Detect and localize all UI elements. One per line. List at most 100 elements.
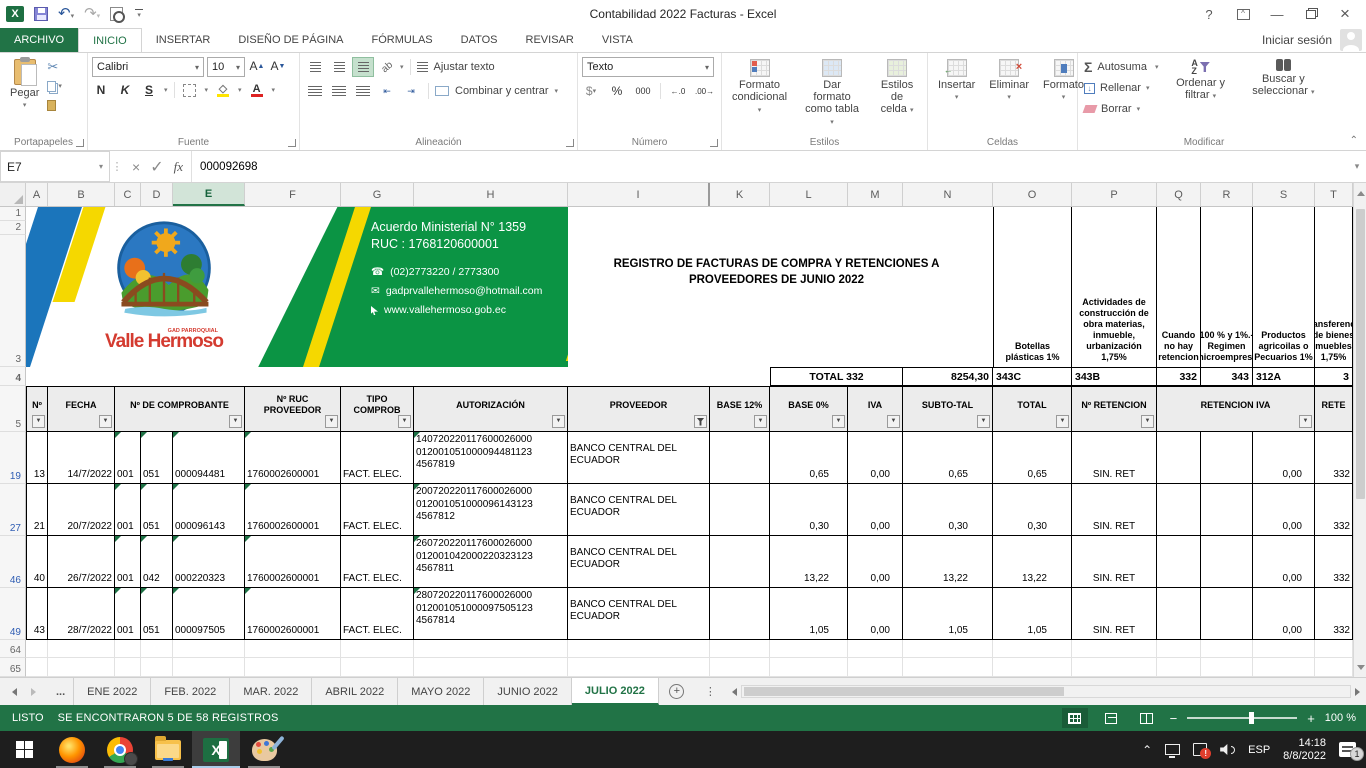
decrease-indent-icon[interactable]: ⇤ [376, 81, 398, 101]
format-as-table-button[interactable]: Dar formato como tabla ▾ [797, 57, 867, 134]
column-header[interactable]: K [710, 183, 770, 206]
header-nretencion[interactable]: Nº RETENCION▼ [1072, 386, 1157, 432]
filter-dropdown-icon[interactable]: ▼ [977, 415, 990, 428]
cell-base12[interactable] [710, 536, 770, 588]
cell-subtotal[interactable]: 1,05 [903, 588, 993, 640]
cell[interactable] [1157, 588, 1201, 640]
cell[interactable] [1201, 536, 1253, 588]
row-header[interactable]: 27 [0, 484, 26, 536]
column-header[interactable]: N [903, 183, 993, 206]
cell[interactable]: 001 [115, 536, 141, 588]
cell-ruc[interactable]: 1760002600001 [245, 432, 341, 484]
sheet-tab-ene[interactable]: ENE 2022 [74, 678, 151, 705]
cell-autorizacion[interactable]: 200720220117600026000 012001051000096143… [414, 484, 568, 536]
align-bottom-icon[interactable] [352, 57, 374, 77]
filter-dropdown-icon[interactable]: ▼ [754, 415, 767, 428]
cell-nretencion[interactable]: SIN. RET [1072, 484, 1157, 536]
action-center-icon[interactable]: ! [1193, 743, 1207, 756]
cell-total[interactable]: 0,30 [993, 484, 1072, 536]
formula-input[interactable]: 000092698 [192, 151, 1348, 182]
cut-button[interactable]: ✂ [47, 59, 62, 75]
header-subtotal[interactable]: SUBTO-TAL▼ [903, 386, 993, 432]
row-header[interactable]: 2 [0, 221, 26, 235]
cell-subtotal[interactable]: 0,30 [903, 484, 993, 536]
column-header[interactable]: D [141, 183, 173, 206]
cell-numero[interactable]: 13 [26, 432, 48, 484]
clipboard-dialog-launcher[interactable] [76, 139, 84, 147]
increase-decimal-icon[interactable]: ←.0 [669, 82, 687, 100]
first-sheet-icon[interactable] [12, 688, 17, 696]
cell[interactable] [1201, 588, 1253, 640]
paste-button[interactable]: Pegar ▾ [4, 57, 45, 134]
header-base0[interactable]: BASE 0%▼ [770, 386, 848, 432]
cell-total[interactable]: 1,05 [993, 588, 1072, 640]
cell-nretencion[interactable]: SIN. RET [1072, 588, 1157, 640]
row-header[interactable]: 65 [0, 658, 26, 677]
scroll-right-icon[interactable] [1355, 688, 1360, 696]
total-cell-s[interactable]: 312A [1253, 367, 1315, 386]
filter-dropdown-icon[interactable]: ▼ [832, 415, 845, 428]
bold-button[interactable]: N [92, 81, 110, 99]
cell[interactable]: 0,00 [1253, 536, 1315, 588]
sheet-tab-julio-active[interactable]: JULIO 2022 [572, 678, 659, 705]
column-header[interactable]: Q [1157, 183, 1201, 206]
column-header[interactable]: F [245, 183, 341, 206]
orientation-icon[interactable]: ab [372, 52, 402, 81]
insert-function-icon[interactable]: fx [174, 159, 183, 175]
header-retencion-iva[interactable]: RETENCION IVA▼ [1157, 386, 1315, 432]
cell-base12[interactable] [710, 432, 770, 484]
horizontal-scroll-thumb[interactable] [744, 687, 1064, 696]
cell-numero[interactable]: 43 [26, 588, 48, 640]
page-break-view-button[interactable] [1134, 708, 1160, 728]
tab-datos[interactable]: DATOS [447, 28, 512, 52]
cell[interactable]: 051 [141, 588, 173, 640]
filter-dropdown-icon[interactable]: ▼ [552, 415, 565, 428]
page-layout-view-button[interactable] [1098, 708, 1124, 728]
font-name-combobox[interactable]: Calibri▾ [92, 57, 204, 77]
close-button[interactable]: × [1330, 3, 1360, 25]
tab-vista[interactable]: VISTA [588, 28, 647, 52]
filter-dropdown-icon[interactable]: ▼ [1299, 415, 1312, 428]
header-total[interactable]: TOTAL▼ [993, 386, 1072, 432]
filter-dropdown-icon[interactable]: ▼ [1141, 415, 1154, 428]
cell[interactable]: 0,00 [1253, 484, 1315, 536]
cell-nretencion[interactable]: SIN. RET [1072, 536, 1157, 588]
cell[interactable]: 000096143 [173, 484, 245, 536]
sheet-tab-mayo[interactable]: MAYO 2022 [398, 678, 484, 705]
minimize-button[interactable]: — [1262, 3, 1292, 25]
cell-fecha[interactable]: 20/7/2022 [48, 484, 115, 536]
increase-indent-icon[interactable]: ⇥ [400, 81, 422, 101]
cell-iva[interactable]: 0,00 [848, 484, 903, 536]
delete-cells-button[interactable]: × Eliminar▾ [983, 57, 1035, 134]
underline-button[interactable]: S [140, 81, 158, 99]
column-header[interactable]: G [341, 183, 414, 206]
cell[interactable] [1157, 432, 1201, 484]
filter-dropdown-icon[interactable]: ▼ [887, 415, 900, 428]
tab-archivo[interactable]: ARCHIVO [0, 28, 78, 52]
header-retencion2[interactable]: RETE [1315, 386, 1353, 432]
cell[interactable]: 000220323 [173, 536, 245, 588]
vertical-scroll-thumb[interactable] [1356, 209, 1365, 499]
sheet-overflow-button[interactable]: ... [48, 678, 74, 705]
avatar[interactable] [1340, 29, 1362, 51]
collapse-ribbon-icon[interactable]: ⌃ [1350, 135, 1358, 146]
align-top-icon[interactable] [304, 57, 326, 77]
total-label-cell[interactable]: TOTAL 332 [770, 367, 903, 386]
cell-proveedor[interactable]: BANCO CENTRAL DEL ECUADOR [568, 588, 710, 640]
copy-button[interactable]: ▾ [47, 78, 62, 94]
horizontal-scrollbar[interactable] [726, 678, 1366, 705]
row-header[interactable]: 4 [0, 367, 26, 386]
total-cell-r[interactable]: 343 [1201, 367, 1253, 386]
cell-tipo[interactable]: FACT. ELEC. [341, 536, 414, 588]
cell-subtotal[interactable]: 0,65 [903, 432, 993, 484]
cell-proveedor[interactable]: BANCO CENTRAL DEL ECUADOR [568, 536, 710, 588]
cell-base0[interactable]: 13,22 [770, 536, 848, 588]
select-all-corner[interactable] [0, 183, 26, 206]
next-sheet-icon[interactable] [31, 688, 36, 696]
currency-format-button[interactable]: $▾ [582, 82, 600, 100]
cell-iva[interactable]: 0,00 [848, 432, 903, 484]
sign-in-link[interactable]: Iniciar sesión [1262, 33, 1332, 47]
excel-app-icon[interactable]: X [6, 6, 24, 22]
tab-insertar[interactable]: INSERTAR [142, 28, 225, 52]
row-header[interactable]: 64 [0, 640, 26, 658]
